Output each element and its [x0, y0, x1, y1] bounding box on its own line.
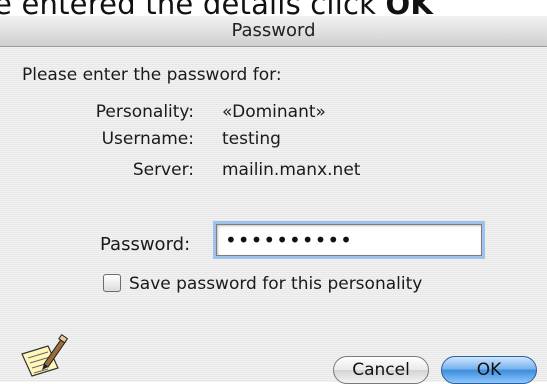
ok-button[interactable]: OK — [441, 356, 537, 384]
server-value: mailin.manx.net — [222, 160, 361, 180]
password-dots: •••••••••• — [225, 228, 353, 252]
save-password-checkbox[interactable] — [103, 274, 121, 292]
pen-and-paper-icon — [18, 332, 70, 380]
server-label: Server: — [132, 160, 194, 180]
dialog-title: Password — [231, 20, 316, 41]
caption-lead: e entered the details click — [0, 0, 386, 21]
personality-value: «Dominant» — [222, 102, 326, 122]
caption-text: e entered the details click OK — [0, 0, 433, 21]
password-dialog: Password Please enter the password for: … — [0, 16, 547, 384]
personality-label: Personality: — [95, 102, 194, 122]
caption-bold: OK — [385, 0, 434, 21]
username-value: testing — [222, 129, 281, 149]
username-label: Username: — [101, 129, 194, 149]
document-caption: e entered the details click OK — [0, 0, 547, 21]
save-password-label[interactable]: Save password for this personality — [129, 274, 422, 294]
password-label: Password: — [100, 234, 191, 255]
prompt-text: Please enter the password for: — [22, 65, 282, 85]
cancel-button[interactable]: Cancel — [333, 356, 429, 384]
password-input[interactable]: •••••••••• — [216, 224, 482, 256]
